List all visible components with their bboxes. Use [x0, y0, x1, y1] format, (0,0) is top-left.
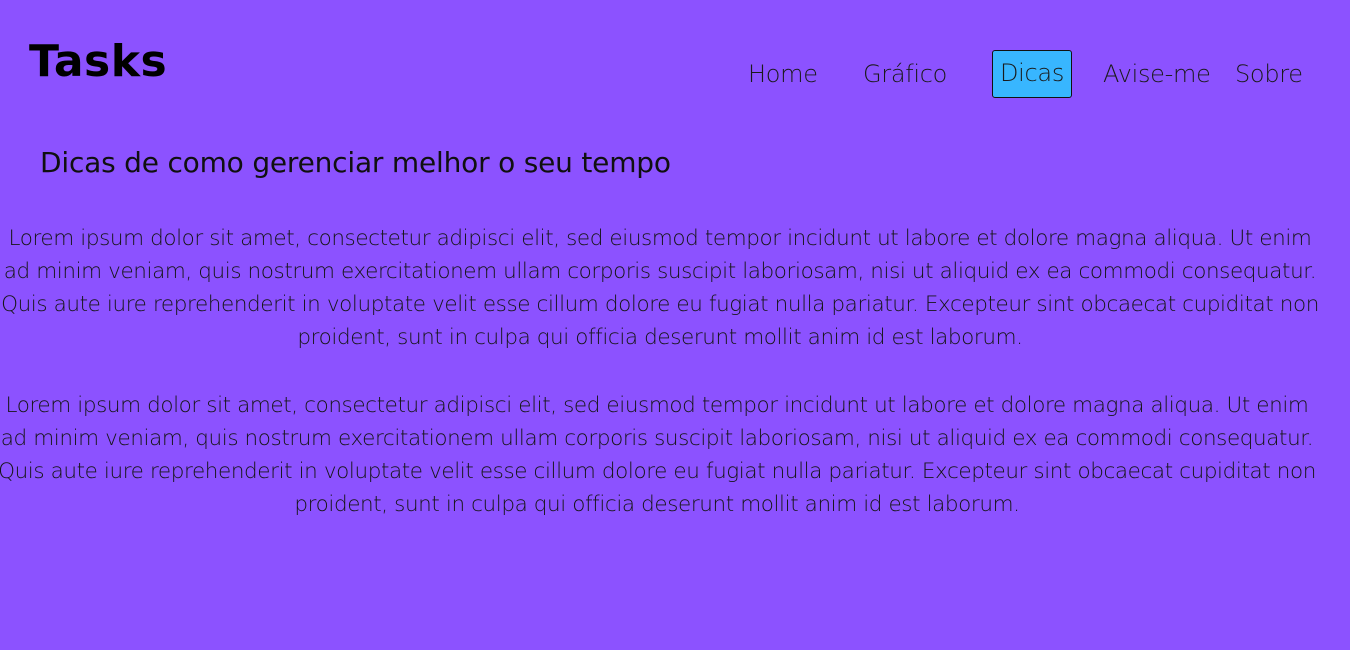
page-title: Dicas de como gerenciar melhor o seu tem…	[40, 146, 671, 179]
nav-avise-me-link[interactable]: Avise-me	[1103, 50, 1211, 98]
main-nav: Home Gráfico Dicas Avise-me Sobre	[0, 50, 1350, 98]
nav-home-link[interactable]: Home	[748, 50, 818, 98]
nav-grafico-link[interactable]: Gráfico	[863, 50, 947, 98]
nav-dicas-link[interactable]: Dicas	[992, 50, 1072, 98]
nav-sobre-link[interactable]: Sobre	[1235, 50, 1303, 98]
tips-paragraph-2: Lorem ipsum dolor sit amet, consectetur …	[0, 393, 1316, 517]
tips-paragraph-1: Lorem ipsum dolor sit amet, consectetur …	[1, 226, 1319, 350]
